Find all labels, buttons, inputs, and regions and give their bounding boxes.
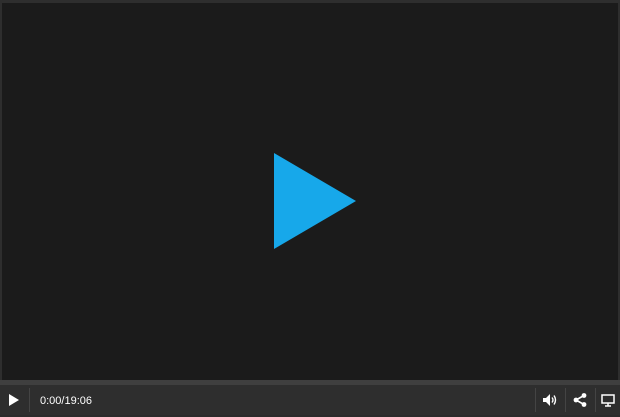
volume-icon (543, 394, 557, 406)
divider (29, 388, 30, 412)
big-play-button[interactable] (272, 151, 358, 251)
video-viewport[interactable] (2, 3, 618, 380)
duration: 19:06 (64, 395, 93, 407)
screen-button[interactable] (596, 385, 620, 415)
monitor-icon (601, 393, 615, 407)
current-time: 0:00 (40, 395, 62, 407)
play-button[interactable] (0, 385, 28, 415)
share-icon (573, 393, 587, 407)
share-button[interactable] (566, 385, 594, 415)
play-icon (274, 153, 356, 249)
volume-button[interactable] (536, 385, 564, 415)
control-bar: 0:00/19:06 (0, 385, 620, 415)
video-player: 0:00/19:06 (0, 0, 620, 415)
time-display: 0:00/19:06 (40, 385, 92, 415)
play-icon (9, 394, 19, 406)
